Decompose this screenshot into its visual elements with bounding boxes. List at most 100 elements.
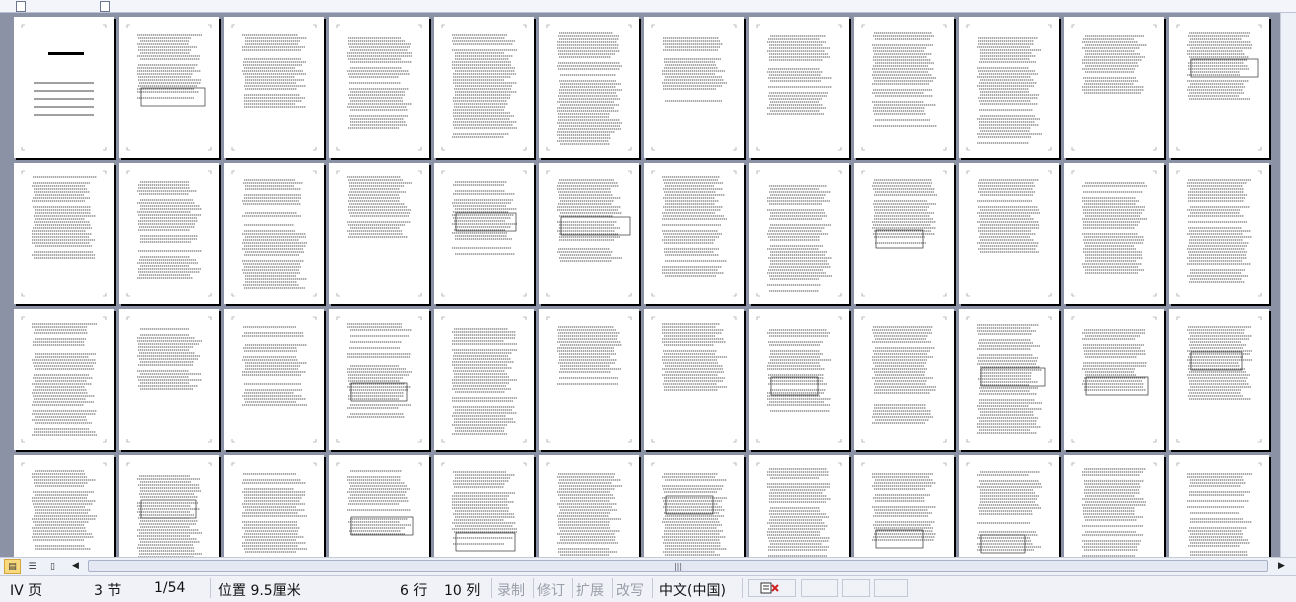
page-thumbnail[interactable] bbox=[119, 163, 219, 304]
page-content-preview bbox=[126, 170, 212, 297]
page-content-preview bbox=[966, 316, 1052, 443]
column-indicator[interactable]: 10 列 bbox=[444, 580, 480, 600]
page-thumbnail[interactable] bbox=[959, 17, 1059, 158]
page-thumbnail[interactable] bbox=[854, 455, 954, 557]
page-thumbnail[interactable] bbox=[119, 455, 219, 557]
page-content-preview bbox=[336, 24, 422, 151]
page-content-preview bbox=[546, 24, 632, 151]
document-tab-strip bbox=[0, 0, 1296, 13]
page-thumbnail[interactable] bbox=[1064, 309, 1164, 450]
page-thumbnail[interactable] bbox=[329, 17, 429, 158]
reading-view-button[interactable]: ▯ bbox=[44, 559, 61, 574]
page-content-preview bbox=[21, 316, 107, 443]
page-content-preview bbox=[966, 170, 1052, 297]
overwrite-toggle[interactable]: 改写 bbox=[616, 580, 644, 600]
page-thumbnail[interactable] bbox=[224, 309, 324, 450]
extend-selection-toggle[interactable]: 扩展 bbox=[576, 580, 604, 600]
page-thumbnail[interactable] bbox=[644, 309, 744, 450]
page-thumbnail[interactable] bbox=[749, 455, 849, 557]
page-thumbnail[interactable] bbox=[329, 309, 429, 450]
list-icon: ☰ bbox=[28, 561, 37, 572]
page-content-preview bbox=[1071, 170, 1157, 297]
page-content-preview bbox=[231, 316, 317, 443]
page-thumbnail[interactable] bbox=[959, 163, 1059, 304]
page-thumbnail[interactable] bbox=[854, 17, 954, 158]
page-content-preview bbox=[756, 170, 842, 297]
horizontal-scrollbar[interactable]: ◀ ||| ▶ bbox=[66, 558, 1296, 575]
spellcheck-status[interactable] bbox=[748, 579, 796, 597]
position-indicator[interactable]: 位置 9.5厘米 bbox=[218, 580, 301, 600]
page-thumbnail[interactable] bbox=[119, 309, 219, 450]
page-thumbnail[interactable] bbox=[644, 17, 744, 158]
page-thumbnail[interactable] bbox=[14, 17, 114, 158]
page-thumbnail[interactable] bbox=[1064, 163, 1164, 304]
page-thumbnail[interactable] bbox=[434, 17, 534, 158]
document-tab-icon[interactable] bbox=[100, 1, 110, 12]
page-thumbnail[interactable] bbox=[1169, 17, 1269, 158]
page-content-preview bbox=[21, 170, 107, 297]
page-content-preview bbox=[441, 24, 527, 151]
page-thumbnail[interactable] bbox=[14, 163, 114, 304]
page-content-preview bbox=[336, 316, 422, 443]
thumbnail-canvas[interactable] bbox=[0, 13, 1280, 557]
page-thumbnail[interactable] bbox=[329, 163, 429, 304]
page-content-preview bbox=[231, 24, 317, 151]
language-indicator[interactable]: 中文(中国) bbox=[659, 580, 726, 600]
page-thumbnail[interactable] bbox=[1064, 455, 1164, 557]
page-content-preview bbox=[651, 170, 737, 297]
page-thumbnail[interactable] bbox=[1169, 309, 1269, 450]
page-content-preview bbox=[441, 316, 527, 443]
page-thumbnail[interactable] bbox=[749, 17, 849, 158]
document-tab-icon[interactable] bbox=[16, 1, 26, 12]
outline-view-button[interactable]: ☰ bbox=[24, 559, 41, 574]
page-thumbnail[interactable] bbox=[539, 163, 639, 304]
page-thumbnail[interactable] bbox=[644, 455, 744, 557]
page-thumbnail[interactable] bbox=[539, 17, 639, 158]
track-changes-toggle[interactable]: 修订 bbox=[537, 580, 565, 600]
book-check-icon bbox=[760, 582, 779, 594]
page-thumbnail[interactable] bbox=[1169, 163, 1269, 304]
page-thumbnail[interactable] bbox=[749, 163, 849, 304]
page-thumbnail[interactable] bbox=[959, 455, 1059, 557]
page-thumbnail[interactable] bbox=[959, 309, 1059, 450]
record-macro-toggle[interactable]: 录制 bbox=[497, 580, 525, 600]
status-slot-empty bbox=[874, 579, 908, 597]
page-content-preview bbox=[1176, 170, 1262, 297]
page-thumbnail[interactable] bbox=[434, 163, 534, 304]
page-thumbnail[interactable] bbox=[539, 455, 639, 557]
section-indicator[interactable]: 3 节 bbox=[94, 580, 121, 600]
page-thumbnail[interactable] bbox=[1064, 17, 1164, 158]
page-indicator[interactable]: IV 页 bbox=[10, 580, 42, 600]
page-thumbnail[interactable] bbox=[224, 17, 324, 158]
page-thumbnail[interactable] bbox=[14, 309, 114, 450]
page-thumbnail[interactable] bbox=[854, 163, 954, 304]
horizontal-scroll-thumb[interactable]: ||| bbox=[88, 560, 1268, 572]
page-content-preview bbox=[126, 316, 212, 443]
divider bbox=[491, 578, 492, 598]
page-thumbnail[interactable] bbox=[434, 455, 534, 557]
page-thumbnail[interactable] bbox=[539, 309, 639, 450]
scroll-left-icon[interactable]: ◀ bbox=[72, 561, 79, 571]
divider bbox=[612, 578, 613, 598]
page-thumbnail[interactable] bbox=[749, 309, 849, 450]
vertical-scrollbar[interactable] bbox=[1280, 13, 1296, 557]
page-thumbnail[interactable] bbox=[224, 163, 324, 304]
page-thumbnail[interactable] bbox=[1169, 455, 1269, 557]
page-content-preview bbox=[966, 24, 1052, 151]
page-thumbnail[interactable] bbox=[224, 455, 324, 557]
page-thumbnail[interactable] bbox=[329, 455, 429, 557]
page-thumbnail[interactable] bbox=[644, 163, 744, 304]
divider bbox=[533, 578, 534, 598]
page-thumbnail[interactable] bbox=[854, 309, 954, 450]
page-content-preview bbox=[1071, 316, 1157, 443]
page-count[interactable]: 1/54 bbox=[154, 580, 185, 596]
page-content-preview bbox=[861, 170, 947, 297]
page-content-preview bbox=[1176, 462, 1262, 556]
page-thumbnail[interactable] bbox=[119, 17, 219, 158]
row-indicator[interactable]: 6 行 bbox=[400, 580, 427, 600]
normal-view-button[interactable]: ▤ bbox=[4, 559, 21, 574]
scroll-right-icon[interactable]: ▶ bbox=[1278, 561, 1285, 571]
page-content-preview bbox=[546, 462, 632, 556]
page-thumbnail[interactable] bbox=[434, 309, 534, 450]
page-thumbnail[interactable] bbox=[14, 455, 114, 557]
